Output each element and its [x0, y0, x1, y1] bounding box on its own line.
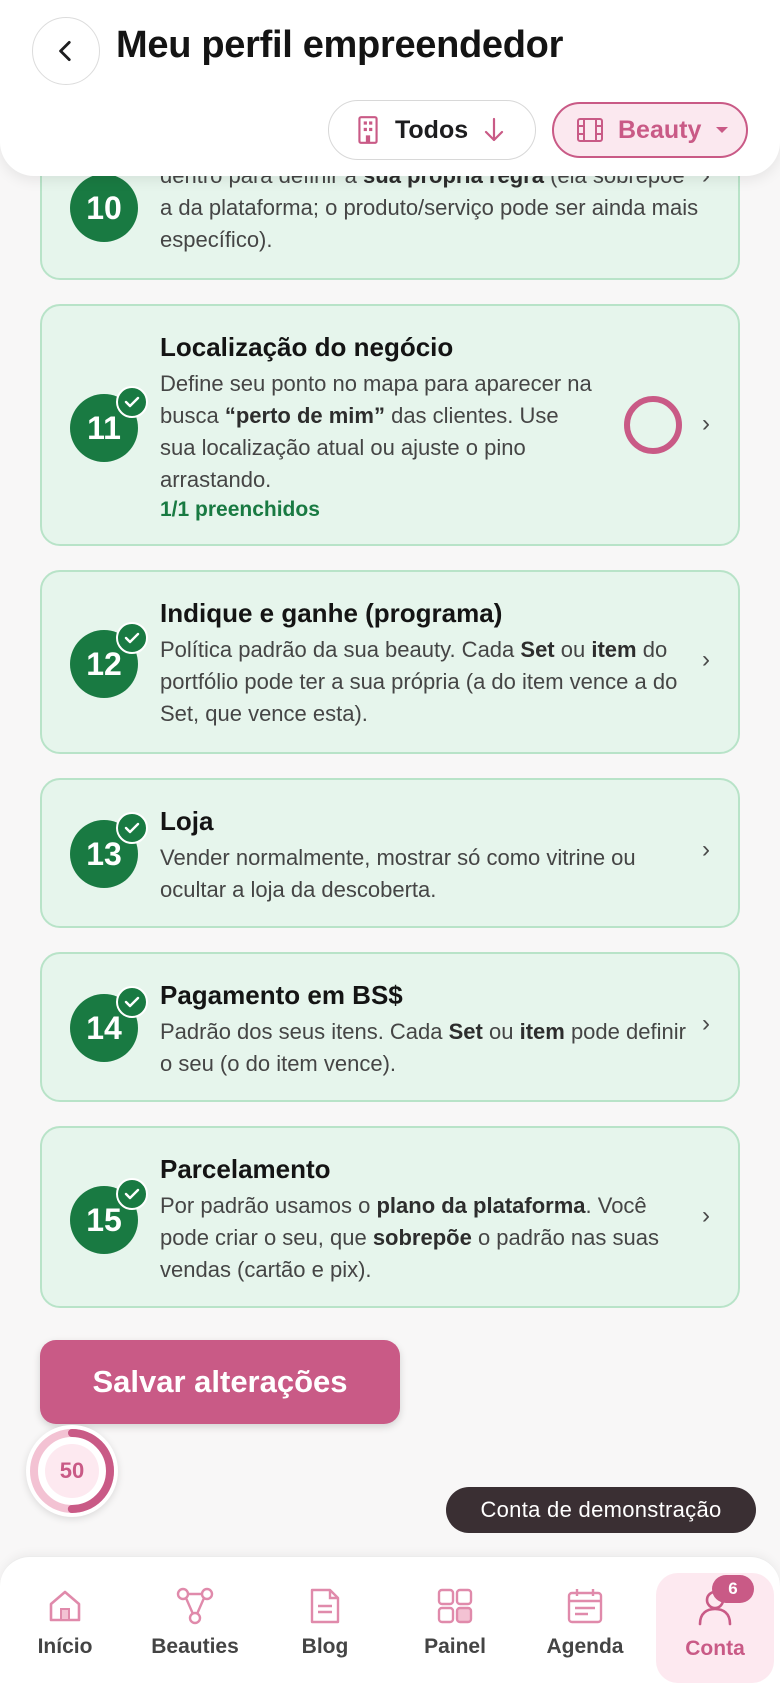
filter-all-dropdown[interactable]: Todos: [328, 100, 536, 160]
nav-item-conta[interactable]: Conta 6: [656, 1573, 774, 1683]
chevron-right-icon: ›: [702, 1202, 710, 1229]
card-description: Por padrão usamos o plano da plataforma.…: [160, 1193, 659, 1282]
nav-item-agenda[interactable]: Agenda: [520, 1557, 650, 1688]
card-title: Parcelamento: [160, 1154, 331, 1184]
chevron-right-icon: ›: [702, 410, 710, 437]
check-icon: [116, 812, 148, 844]
demo-account-badge: Conta de demonstração: [446, 1487, 756, 1533]
notification-badge: 6: [712, 1575, 754, 1603]
nav-item-painel[interactable]: Painel: [390, 1557, 520, 1688]
fill-progress: 1/1 preenchidos: [160, 498, 320, 521]
chevron-right-icon: ›: [702, 646, 710, 673]
setting-card-referral[interactable]: 12 Indique e ganhe (programa) Política p…: [40, 570, 740, 754]
network-icon: [176, 1587, 214, 1625]
back-button[interactable]: [32, 17, 100, 85]
arrow-down-icon: [485, 117, 504, 142]
page-title: Meu perfil empreendedor: [116, 24, 564, 66]
nav-label: Painel: [424, 1635, 486, 1658]
card-description: Padrão dos seus itens. Cada Set ou item …: [160, 1019, 686, 1076]
nav-label: Início: [37, 1635, 93, 1658]
caret-down-icon: [716, 127, 729, 133]
calendar-icon: [567, 1589, 603, 1624]
setting-card-store[interactable]: 13 Loja Vender normalmente, mostrar só c…: [40, 778, 740, 928]
setting-card-location[interactable]: 11 Localização do negócio Define seu pon…: [40, 304, 740, 546]
profile-score-widget[interactable]: 50: [26, 1425, 118, 1517]
card-title: Indique e ganhe (programa): [160, 598, 503, 628]
check-icon: [116, 386, 148, 418]
nav-item-inicio[interactable]: Início: [0, 1557, 130, 1688]
chevron-left-icon: [59, 40, 71, 62]
check-icon: [116, 622, 148, 654]
nav-label: Agenda: [546, 1635, 624, 1658]
step-number: 10: [70, 174, 138, 242]
filter-all-label: Todos: [395, 115, 469, 144]
nav-item-beauties[interactable]: Beauties: [130, 1557, 260, 1688]
app-header: Meu perfil empreendedor Todos Beauty: [0, 0, 780, 176]
loading-ring-icon: [624, 396, 682, 454]
card-title: Pagamento em BS$: [160, 980, 403, 1010]
building-icon: [358, 116, 378, 144]
nav-item-blog[interactable]: Blog: [260, 1557, 390, 1688]
check-icon: [116, 986, 148, 1018]
score-value: 50: [59, 1458, 85, 1483]
card-description: Vender normalmente, mostrar só como vitr…: [160, 845, 636, 902]
home-icon: [49, 1590, 81, 1622]
card-title: Loja: [160, 806, 214, 836]
filter-beauty-label: Beauty: [618, 115, 702, 144]
setting-card-bs-payment[interactable]: 14 Pagamento em BS$ Padrão dos seus iten…: [40, 952, 740, 1102]
check-icon: [116, 1178, 148, 1210]
nav-label: Beauties: [151, 1635, 239, 1658]
card-description: Define seu ponto no mapa para aparecer n…: [160, 371, 592, 492]
nav-label: Blog: [301, 1635, 349, 1658]
chevron-right-icon: ›: [702, 1010, 710, 1037]
save-changes-button[interactable]: Salvar alterações: [40, 1340, 400, 1424]
bottom-navigation: Início Beauties Blog Painel Agenda Conta…: [0, 1556, 780, 1688]
film-icon: [577, 118, 603, 142]
filter-beauty-dropdown[interactable]: Beauty: [552, 102, 748, 158]
dashboard-icon: [437, 1588, 473, 1624]
chevron-right-icon: ›: [702, 836, 710, 863]
nav-label: Conta: [685, 1637, 745, 1660]
card-description: Política padrão da sua beauty. Cada Set …: [160, 637, 678, 726]
setting-card-installments[interactable]: 15 Parcelamento Por padrão usamos o plan…: [40, 1126, 740, 1308]
card-title: Localização do negócio: [160, 332, 454, 362]
document-icon: [310, 1588, 340, 1624]
